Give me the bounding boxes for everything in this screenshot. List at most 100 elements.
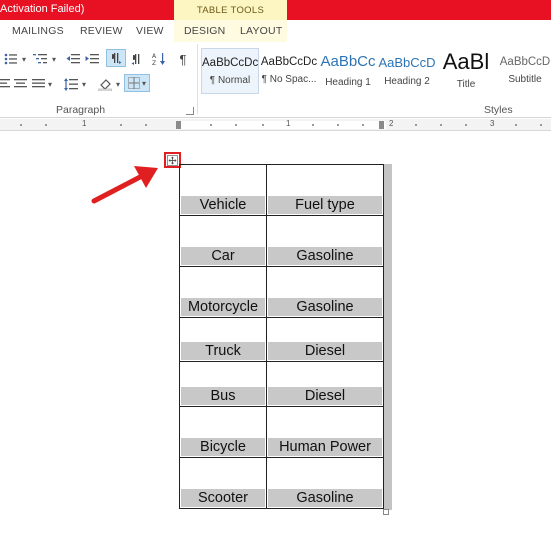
style-name: Title (456, 79, 476, 90)
ruler-label: 3 (490, 119, 495, 128)
cell-text: Motorcycle (181, 298, 265, 316)
style-name: ¶ No Spac... (261, 74, 317, 85)
align-center-icon[interactable] (12, 75, 28, 93)
line-spacing-icon[interactable] (62, 75, 80, 93)
multilevel-list-icon[interactable] (30, 50, 50, 68)
align-left-icon[interactable] (0, 75, 10, 93)
tab-layout[interactable]: LAYOUT (240, 25, 282, 37)
table-cell[interactable]: Scooter (179, 457, 267, 509)
style-name: Heading 1 (325, 77, 371, 88)
style-preview: AaBbCcD (499, 56, 551, 68)
shading-icon[interactable] (96, 75, 114, 93)
table-tools-context-header: TABLE TOOLS (174, 0, 287, 20)
group-divider (197, 44, 198, 114)
style-preview: AaBbCcD (378, 55, 436, 70)
sort-icon[interactable]: AZ (150, 50, 168, 68)
paragraph-group-label: Paragraph (56, 104, 106, 116)
ruler-tick (337, 124, 339, 126)
ruler-tick (515, 124, 517, 126)
move-icon (167, 154, 178, 166)
svg-text:A: A (152, 53, 157, 60)
table-resize-handle[interactable] (383, 509, 389, 515)
chevron-down-icon[interactable]: ▾ (20, 50, 28, 68)
increase-indent-icon[interactable] (83, 50, 101, 68)
document-table[interactable]: Vehicle Fuel type Car Gasoline Motorcycl… (179, 164, 384, 509)
context-group-label: TABLE TOOLS (196, 5, 265, 16)
tab-review[interactable]: REVIEW (80, 25, 123, 37)
table-cell[interactable]: Bicycle (179, 406, 267, 458)
title-bar: Activation Failed) TABLE TOOLS (0, 0, 551, 20)
ruler-tick (312, 124, 314, 126)
chevron-down-icon[interactable]: ▾ (114, 75, 122, 93)
table-cell[interactable]: Fuel type (266, 164, 384, 216)
ruler-tick (145, 124, 147, 126)
cell-text: Bus (181, 387, 265, 405)
ruler-label: 2 (389, 119, 394, 128)
tab-design[interactable]: DESIGN (184, 25, 225, 37)
table-cell[interactable]: Gasoline (266, 215, 384, 267)
right-to-left-icon[interactable] (128, 50, 146, 68)
cell-text: Gasoline (268, 298, 382, 316)
ruler-tick (465, 124, 467, 126)
annotation-arrow-icon (91, 166, 158, 204)
table-cell[interactable]: Bus (179, 361, 267, 407)
cell-text: Vehicle (181, 196, 265, 214)
svg-text:Z: Z (152, 60, 156, 66)
styles-gallery: AaBbCcDc ¶ Normal AaBbCcDc ¶ No Spac... … (199, 46, 551, 98)
style-normal[interactable]: AaBbCcDc ¶ Normal (201, 48, 259, 94)
ruler-tick (45, 124, 47, 126)
chevron-down-icon[interactable]: ▾ (80, 75, 88, 93)
horizontal-ruler[interactable]: 1 1 2 3 (0, 119, 551, 131)
style-no-spacing[interactable]: AaBbCcDc ¶ No Spac... (260, 48, 318, 94)
table-cell[interactable]: Truck (179, 317, 267, 362)
style-title[interactable]: AaBl Title (437, 48, 495, 94)
style-name: ¶ Normal (209, 75, 251, 86)
style-preview: AaBbCcDc (260, 56, 318, 68)
table-end-of-row-shading (384, 164, 392, 510)
table-cell[interactable]: Car (179, 215, 267, 267)
table-cell[interactable]: Motorcycle (179, 266, 267, 318)
ribbon: ▾ ▾ AZ ¶ ▾ ▾ ▾ ▾ Paragraph AaBbCcDc ¶ No… (0, 42, 551, 118)
cell-text: Diesel (268, 342, 382, 360)
style-subtitle[interactable]: AaBbCcD Subtitle (496, 48, 551, 94)
show-formatting-marks-icon[interactable]: ¶ (175, 50, 191, 68)
style-preview: AaBl (442, 49, 490, 74)
style-preview: AaBbCc (320, 53, 376, 70)
style-name: Subtitle (508, 74, 542, 85)
ruler-label: 1 (286, 119, 291, 128)
ruler-label: 1 (82, 119, 87, 128)
style-heading-1[interactable]: AaBbCc Heading 1 (319, 48, 377, 94)
table-cell[interactable]: Vehicle (179, 164, 267, 216)
decrease-indent-icon[interactable] (64, 50, 82, 68)
table-cell[interactable]: Gasoline (266, 457, 384, 509)
chevron-down-icon[interactable]: ▾ (50, 50, 58, 68)
tab-mailings[interactable]: MAILINGS (12, 25, 64, 37)
style-preview: AaBbCcDc (202, 57, 258, 69)
cell-text: Scooter (181, 489, 265, 507)
justify-icon[interactable] (30, 75, 46, 93)
window-title: Activation Failed) (0, 3, 85, 15)
cell-text: Human Power (268, 438, 382, 456)
paragraph-dialog-launcher-icon[interactable] (186, 107, 194, 115)
bullets-icon[interactable] (2, 50, 20, 68)
ruler-tick (440, 124, 442, 126)
left-to-right-icon[interactable] (106, 49, 126, 67)
table-cell[interactable]: Diesel (266, 361, 384, 407)
column-marker-icon[interactable] (379, 121, 384, 129)
table-cell[interactable]: Diesel (266, 317, 384, 362)
cell-text: Car (181, 247, 265, 265)
chevron-down-icon[interactable]: ▾ (46, 75, 54, 93)
tab-view[interactable]: VIEW (136, 25, 164, 37)
ruler-tick (540, 124, 542, 126)
cell-text: Gasoline (268, 247, 382, 265)
table-cell[interactable]: Human Power (266, 406, 384, 458)
cell-text: Fuel type (268, 196, 382, 214)
table-row: Car Gasoline (179, 215, 384, 267)
borders-icon[interactable]: ▾ (124, 74, 150, 92)
column-marker-icon[interactable] (176, 121, 181, 129)
style-heading-2[interactable]: AaBbCcD Heading 2 (378, 48, 436, 94)
table-cell[interactable]: Gasoline (266, 266, 384, 318)
style-name: Heading 2 (384, 76, 430, 87)
table-row: Bicycle Human Power (179, 406, 384, 458)
ruler-tick (120, 124, 122, 126)
